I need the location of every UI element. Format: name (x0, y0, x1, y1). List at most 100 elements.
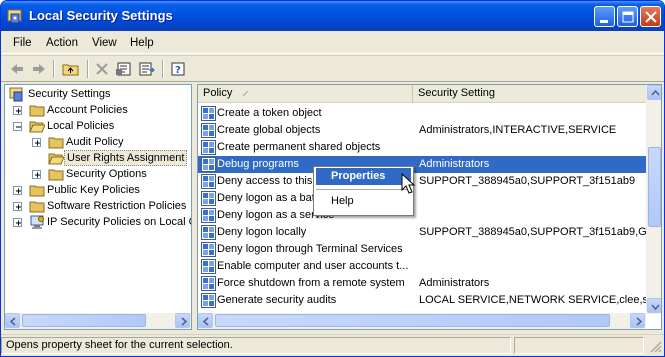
table-row[interactable]: Deny logon locally SUPPORT_388945a0,SUPPO… (198, 224, 647, 241)
scroll-thumb[interactable] (215, 314, 610, 327)
security-setting-value: Administrators,INTERACTIVE,SERVICE (419, 124, 617, 136)
security-settings-icon (9, 87, 23, 102)
table-row[interactable]: Force shutdown from a remote system Admin… (198, 275, 647, 292)
tree-item-label: User Rights Assignment (64, 150, 188, 166)
arrow-up-icon (651, 89, 660, 96)
plus-icon (16, 188, 21, 194)
scroll-down-button[interactable] (647, 298, 661, 313)
arrow-left-icon (9, 317, 16, 326)
back-arrow-icon[interactable] (7, 60, 27, 78)
properties-icon[interactable] (114, 60, 134, 78)
scroll-left-button[interactable] (198, 313, 213, 328)
up-folder-icon[interactable] (61, 60, 81, 78)
scroll-thumb[interactable] (22, 314, 146, 327)
table-row[interactable]: Debug programs Administrators (198, 156, 647, 173)
main-window: Local Security Settings File Action View… (0, 0, 665, 357)
tree-item-local-policies[interactable]: Local Policies (5, 118, 191, 134)
minimize-icon (600, 20, 608, 23)
menu-bar: File Action View Help (1, 32, 664, 54)
tree-item-audit-policy[interactable]: Audit Policy (5, 134, 191, 150)
policy-name: Enable computer and user accounts t... (217, 260, 409, 272)
tree-item-label: Local Policies (47, 120, 115, 132)
table-row[interactable]: Generate security audits LOCAL SERVICE,NE… (198, 292, 647, 309)
tree-item-user-rights-assignment[interactable]: User Rights Assignment (5, 150, 191, 166)
tree-item-security-options[interactable]: Security Options (5, 166, 191, 182)
tree-item-label: Security Settings (28, 88, 111, 100)
folder-icon (48, 169, 64, 181)
table-row[interactable]: Create a token object (198, 105, 647, 122)
policy-icon (201, 242, 216, 257)
column-header-security-setting[interactable]: Security Setting (413, 85, 647, 103)
collapse-toggle[interactable] (13, 122, 22, 131)
scroll-right-button[interactable] (630, 313, 645, 328)
security-setting-value: SUPPORT_388945a0,SUPPORT_3f151ab9 (419, 175, 636, 187)
policy-icon (201, 123, 216, 138)
maximize-icon (622, 11, 634, 23)
tree-item-label: Account Policies (47, 104, 128, 116)
arrow-right-icon (636, 317, 643, 326)
resize-grip-icon[interactable] (648, 339, 662, 353)
context-menu-properties[interactable]: Properties (316, 168, 411, 185)
expand-toggle[interactable] (13, 106, 22, 115)
expand-toggle[interactable] (13, 186, 22, 195)
tree-item-security-settings[interactable]: Security Settings (5, 86, 191, 102)
status-panel: Opens property sheet for the current sel… (1, 337, 511, 354)
plus-icon (16, 220, 21, 226)
tree-item-account-policies[interactable]: Account Policies (5, 102, 191, 118)
scroll-left-button[interactable] (5, 313, 20, 328)
list-horizontal-scrollbar[interactable] (198, 313, 646, 329)
policy-name: Create permanent shared objects (217, 141, 381, 153)
folder-icon (29, 185, 45, 197)
menu-help[interactable]: Help (130, 37, 154, 49)
column-header-policy[interactable]: Policy (198, 85, 413, 103)
tree-item-public-key-policies[interactable]: Public Key Policies (5, 182, 191, 198)
table-row[interactable]: Deny access to this SUPPORT_388945a0,SUPP… (198, 173, 647, 190)
column-header-label: Policy (203, 87, 233, 99)
table-row[interactable]: Enable computer and user accounts t... (198, 258, 647, 275)
security-setting-value: LOCAL SERVICE,NETWORK SERVICE,clee,sa (419, 294, 647, 306)
policy-icon (201, 225, 216, 240)
menu-action[interactable]: Action (46, 37, 78, 49)
open-folder-icon (29, 121, 45, 133)
expand-toggle[interactable] (13, 202, 22, 211)
expand-toggle[interactable] (13, 218, 22, 227)
scroll-thumb[interactable] (648, 147, 661, 227)
svg-text:?: ? (175, 65, 181, 76)
console-tree-pane[interactable]: Security Settings Account Policies Local… (4, 84, 192, 330)
help-icon[interactable]: ? (169, 60, 189, 78)
table-row[interactable]: Create permanent shared objects (198, 139, 647, 156)
list-vertical-scrollbar[interactable] (646, 85, 661, 314)
delete-icon[interactable] (92, 60, 112, 78)
expand-toggle[interactable] (32, 170, 41, 179)
scroll-up-button[interactable] (647, 85, 661, 100)
scroll-right-button[interactable] (175, 313, 190, 328)
toolbar-separator (162, 60, 164, 78)
context-menu-help[interactable]: Help (316, 193, 411, 210)
tree-item-ip-security-policies[interactable]: IP Security Policies on Local Co (5, 214, 191, 230)
table-row[interactable]: Deny logon as a service (198, 207, 647, 224)
title-bar[interactable]: Local Security Settings (1, 1, 664, 31)
maximize-button[interactable] (617, 6, 638, 27)
tree-item-label: Audit Policy (66, 136, 124, 148)
menu-view[interactable]: View (92, 37, 117, 49)
forward-arrow-icon[interactable] (29, 60, 49, 78)
expand-toggle[interactable] (32, 138, 41, 147)
export-list-icon[interactable] (137, 60, 157, 78)
table-row[interactable]: Deny logon as a bat (198, 190, 647, 207)
policy-name: Create global objects (217, 124, 321, 136)
context-menu: Properties Help (313, 166, 414, 216)
minus-icon (16, 126, 21, 128)
close-button[interactable] (640, 6, 661, 27)
arrow-left-icon (202, 317, 209, 326)
minimize-button[interactable] (594, 6, 615, 27)
menu-file[interactable]: File (13, 37, 32, 49)
policy-icon (201, 191, 216, 206)
security-setting-value: Administrators (419, 277, 490, 289)
tree-item-software-restriction-policies[interactable]: Software Restriction Policies (5, 198, 191, 214)
policy-name: Generate security audits (217, 294, 337, 306)
policy-icon (201, 157, 216, 172)
table-row[interactable]: Deny logon through Terminal Services (198, 241, 647, 258)
tree-horizontal-scrollbar[interactable] (5, 313, 191, 329)
table-row[interactable]: Create global objects Administrators,INTE… (198, 122, 647, 139)
details-list-pane[interactable]: Policy Security Setting Create a token o… (197, 84, 662, 330)
